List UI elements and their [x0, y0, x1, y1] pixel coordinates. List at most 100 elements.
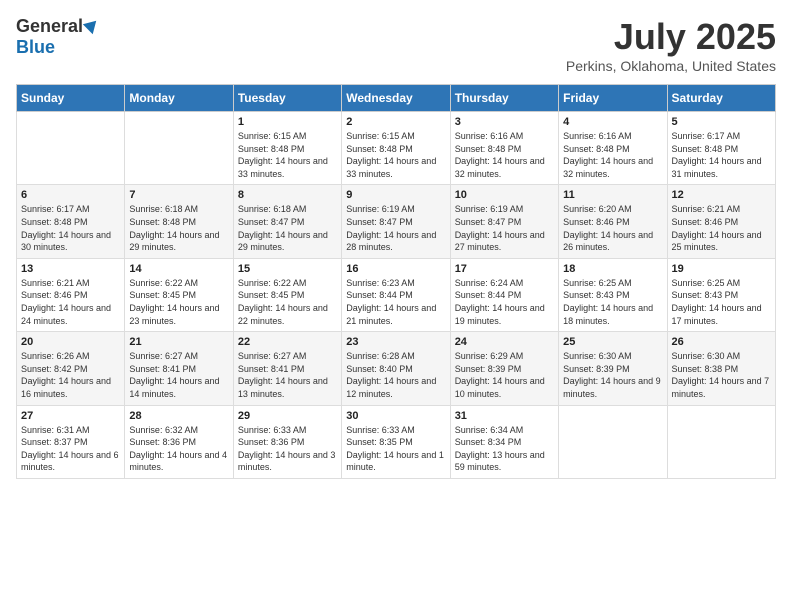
day-number: 1	[238, 116, 337, 128]
calendar-cell: 26 Sunrise: 6:30 AMSunset: 8:38 PMDayligh…	[667, 332, 775, 405]
calendar-cell: 10 Sunrise: 6:19 AMSunset: 8:47 PMDayligh…	[450, 185, 558, 258]
day-info: Sunrise: 6:32 AMSunset: 8:36 PMDaylight:…	[129, 424, 228, 474]
page-header: General Blue July 2025 Perkins, Oklahoma…	[16, 16, 776, 74]
calendar-cell: 23Sunrise: 6:28 AMSunset: 8:40 PMDayligh…	[342, 332, 450, 405]
day-number: 24	[455, 336, 554, 348]
calendar-cell: 18 Sunrise: 6:25 AMSunset: 8:43 PMDayligh…	[559, 258, 667, 331]
day-info: Sunrise: 6:18 AMSunset: 8:48 PMDaylight:…	[129, 203, 228, 253]
day-number: 22	[238, 336, 337, 348]
calendar-cell: 4 Sunrise: 6:16 AMSunset: 8:48 PMDaylight…	[559, 112, 667, 185]
day-number: 16	[346, 263, 445, 275]
day-number: 8	[238, 189, 337, 201]
calendar-cell: 8 Sunrise: 6:18 AMSunset: 8:47 PMDaylight…	[233, 185, 341, 258]
day-number: 30	[346, 410, 445, 422]
day-number: 17	[455, 263, 554, 275]
col-tuesday: Tuesday	[233, 85, 341, 112]
day-info: Sunrise: 6:18 AMSunset: 8:47 PMDaylight:…	[238, 203, 337, 253]
day-info: Sunrise: 6:17 AMSunset: 8:48 PMDaylight:…	[672, 130, 771, 180]
calendar-cell: 7 Sunrise: 6:18 AMSunset: 8:48 PMDaylight…	[125, 185, 233, 258]
calendar-table: Sunday Monday Tuesday Wednesday Thursday…	[16, 84, 776, 479]
logo: General Blue	[16, 16, 99, 58]
calendar-week-row: 27 Sunrise: 6:31 AMSunset: 8:37 PMDayligh…	[17, 405, 776, 478]
calendar-cell	[559, 405, 667, 478]
day-info: Sunrise: 6:22 AMSunset: 8:45 PMDaylight:…	[238, 277, 337, 327]
calendar-cell: 22 Sunrise: 6:27 AMSunset: 8:41 PMDayligh…	[233, 332, 341, 405]
calendar-cell: 28Sunrise: 6:32 AMSunset: 8:36 PMDayligh…	[125, 405, 233, 478]
title-section: July 2025 Perkins, Oklahoma, United Stat…	[566, 16, 776, 74]
calendar-cell: 2 Sunrise: 6:15 AMSunset: 8:48 PMDaylight…	[342, 112, 450, 185]
day-number: 2	[346, 116, 445, 128]
day-number: 15	[238, 263, 337, 275]
day-number: 4	[563, 116, 662, 128]
day-info: Sunrise: 6:22 AMSunset: 8:45 PMDaylight:…	[129, 277, 228, 327]
day-info: Sunrise: 6:33 AMSunset: 8:36 PMDaylight:…	[238, 424, 337, 474]
col-monday: Monday	[125, 85, 233, 112]
day-info: Sunrise: 6:29 AMSunset: 8:39 PMDaylight:…	[455, 350, 554, 400]
day-info: Sunrise: 6:25 AMSunset: 8:43 PMDaylight:…	[563, 277, 662, 327]
day-info: Sunrise: 6:15 AMSunset: 8:48 PMDaylight:…	[346, 130, 445, 180]
logo-general: General	[16, 16, 83, 37]
day-info: Sunrise: 6:20 AMSunset: 8:46 PMDaylight:…	[563, 203, 662, 253]
month-title: July 2025	[566, 16, 776, 58]
calendar-cell: 30 Sunrise: 6:33 AMSunset: 8:35 PMDayligh…	[342, 405, 450, 478]
calendar-week-row: 1 Sunrise: 6:15 AMSunset: 8:48 PMDaylight…	[17, 112, 776, 185]
col-wednesday: Wednesday	[342, 85, 450, 112]
calendar-cell: 3Sunrise: 6:16 AMSunset: 8:48 PMDaylight…	[450, 112, 558, 185]
day-info: Sunrise: 6:23 AMSunset: 8:44 PMDaylight:…	[346, 277, 445, 327]
day-info: Sunrise: 6:31 AMSunset: 8:37 PMDaylight:…	[21, 424, 120, 474]
day-number: 29	[238, 410, 337, 422]
calendar-cell: 5Sunrise: 6:17 AMSunset: 8:48 PMDaylight…	[667, 112, 775, 185]
calendar-cell: 12Sunrise: 6:21 AMSunset: 8:46 PMDayligh…	[667, 185, 775, 258]
day-info: Sunrise: 6:15 AMSunset: 8:48 PMDaylight:…	[238, 130, 337, 180]
day-number: 7	[129, 189, 228, 201]
col-saturday: Saturday	[667, 85, 775, 112]
calendar-cell: 19 Sunrise: 6:25 AMSunset: 8:43 PMDayligh…	[667, 258, 775, 331]
day-number: 26	[672, 336, 771, 348]
day-info: Sunrise: 6:24 AMSunset: 8:44 PMDaylight:…	[455, 277, 554, 327]
calendar-cell: 20 Sunrise: 6:26 AMSunset: 8:42 PMDayligh…	[17, 332, 125, 405]
calendar-cell: 9 Sunrise: 6:19 AMSunset: 8:47 PMDaylight…	[342, 185, 450, 258]
day-number: 10	[455, 189, 554, 201]
day-info: Sunrise: 6:19 AMSunset: 8:47 PMDaylight:…	[455, 203, 554, 253]
calendar-cell: 31Sunrise: 6:34 AMSunset: 8:34 PMDayligh…	[450, 405, 558, 478]
day-info: Sunrise: 6:19 AMSunset: 8:47 PMDaylight:…	[346, 203, 445, 253]
logo-triangle	[83, 15, 101, 33]
calendar-cell: 17 Sunrise: 6:24 AMSunset: 8:44 PMDayligh…	[450, 258, 558, 331]
location: Perkins, Oklahoma, United States	[566, 58, 776, 74]
calendar-cell: 27 Sunrise: 6:31 AMSunset: 8:37 PMDayligh…	[17, 405, 125, 478]
day-info: Sunrise: 6:26 AMSunset: 8:42 PMDaylight:…	[21, 350, 120, 400]
day-number: 20	[21, 336, 120, 348]
day-info: Sunrise: 6:30 AMSunset: 8:39 PMDaylight:…	[563, 350, 662, 400]
calendar-cell	[125, 112, 233, 185]
day-info: Sunrise: 6:34 AMSunset: 8:34 PMDaylight:…	[455, 424, 554, 474]
calendar-cell: 25Sunrise: 6:30 AMSunset: 8:39 PMDayligh…	[559, 332, 667, 405]
day-info: Sunrise: 6:28 AMSunset: 8:40 PMDaylight:…	[346, 350, 445, 400]
day-info: Sunrise: 6:21 AMSunset: 8:46 PMDaylight:…	[21, 277, 120, 327]
calendar-week-row: 13 Sunrise: 6:21 AMSunset: 8:46 PMDayligh…	[17, 258, 776, 331]
col-friday: Friday	[559, 85, 667, 112]
col-thursday: Thursday	[450, 85, 558, 112]
calendar-cell: 24 Sunrise: 6:29 AMSunset: 8:39 PMDayligh…	[450, 332, 558, 405]
day-number: 13	[21, 263, 120, 275]
day-info: Sunrise: 6:25 AMSunset: 8:43 PMDaylight:…	[672, 277, 771, 327]
day-number: 12	[672, 189, 771, 201]
col-sunday: Sunday	[17, 85, 125, 112]
calendar-cell: 1 Sunrise: 6:15 AMSunset: 8:48 PMDaylight…	[233, 112, 341, 185]
day-number: 6	[21, 189, 120, 201]
day-number: 19	[672, 263, 771, 275]
calendar-week-row: 20 Sunrise: 6:26 AMSunset: 8:42 PMDayligh…	[17, 332, 776, 405]
day-info: Sunrise: 6:27 AMSunset: 8:41 PMDaylight:…	[129, 350, 228, 400]
calendar-cell: 16 Sunrise: 6:23 AMSunset: 8:44 PMDayligh…	[342, 258, 450, 331]
day-number: 27	[21, 410, 120, 422]
day-info: Sunrise: 6:30 AMSunset: 8:38 PMDaylight:…	[672, 350, 771, 400]
day-number: 11	[563, 189, 662, 201]
day-info: Sunrise: 6:27 AMSunset: 8:41 PMDaylight:…	[238, 350, 337, 400]
day-info: Sunrise: 6:33 AMSunset: 8:35 PMDaylight:…	[346, 424, 445, 474]
calendar-header-row: Sunday Monday Tuesday Wednesday Thursday…	[17, 85, 776, 112]
day-info: Sunrise: 6:16 AMSunset: 8:48 PMDaylight:…	[563, 130, 662, 180]
calendar-cell: 6Sunrise: 6:17 AMSunset: 8:48 PMDaylight…	[17, 185, 125, 258]
calendar-cell	[17, 112, 125, 185]
day-number: 18	[563, 263, 662, 275]
calendar-cell: 13 Sunrise: 6:21 AMSunset: 8:46 PMDayligh…	[17, 258, 125, 331]
day-number: 9	[346, 189, 445, 201]
